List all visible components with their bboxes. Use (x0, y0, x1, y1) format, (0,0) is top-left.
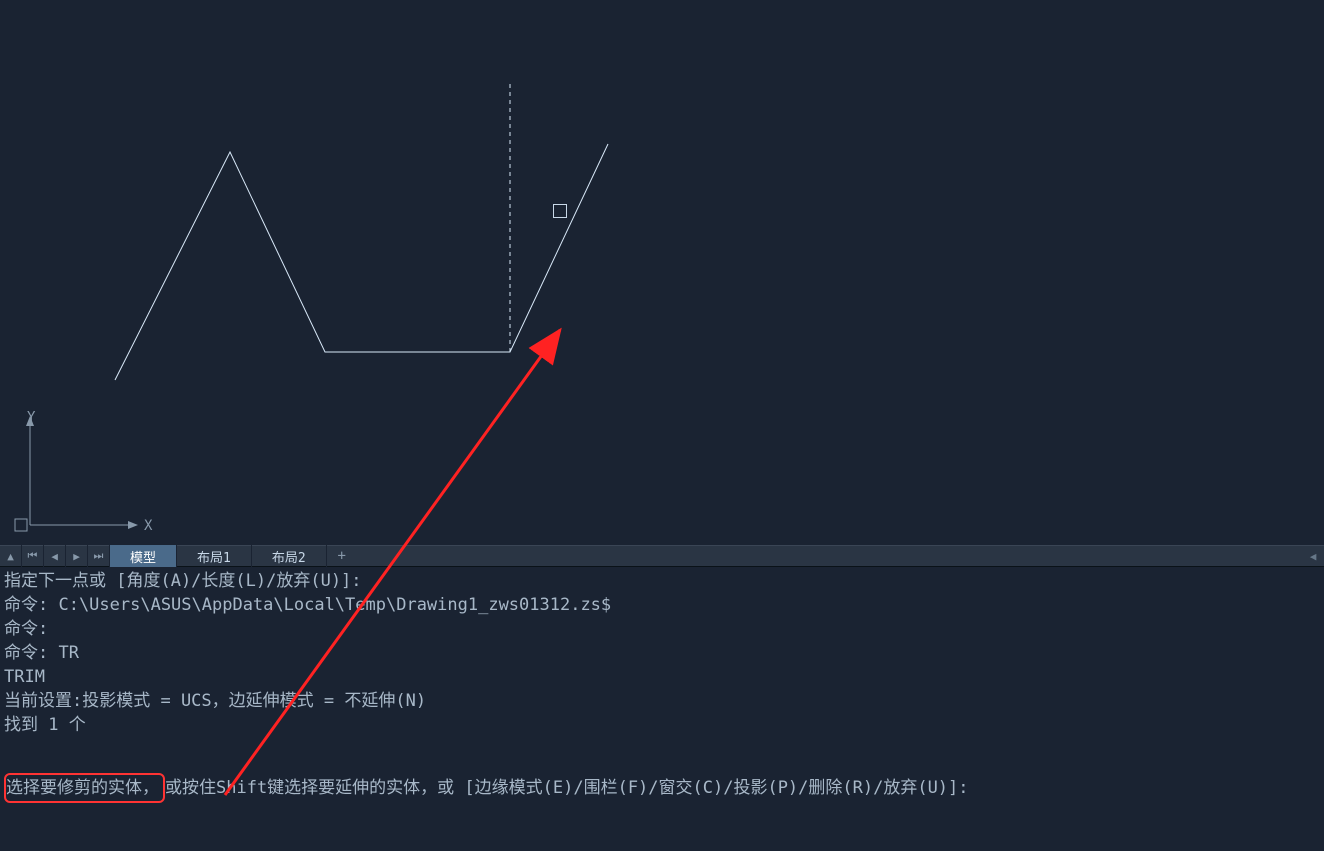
polyline-shape[interactable] (115, 144, 608, 380)
cmd-history-line: 指定下一点或 [角度(A)/长度(L)/放弃(U)]: (4, 569, 1320, 593)
command-prompt[interactable]: 选择要修剪的实体，或按住Shift键选择要延伸的实体，或 [边缘模式(E)/围栏… (4, 773, 1320, 803)
cmd-history-line: 命令: TR (4, 641, 1320, 665)
tab-add-button[interactable]: + (327, 545, 357, 567)
tab-menu-button[interactable]: ▲ (0, 545, 22, 567)
tab-layout1[interactable]: 布局1 (177, 545, 252, 567)
tab-model[interactable]: 模型 (110, 545, 177, 567)
drawing-canvas[interactable]: Y X (0, 0, 1324, 545)
cmd-history-line: TRIM (4, 665, 1320, 689)
drawing-geometry (0, 0, 1324, 545)
layout-tab-bar: ▲ ⏮ ◀ ▶ ⏭ 模型 布局1 布局2 + ◀ (0, 545, 1324, 567)
svg-text:Y: Y (27, 410, 36, 426)
cmd-history-line: 找到 1 个 (4, 713, 1320, 737)
pick-box-cursor (553, 204, 567, 218)
cmd-history-line: 当前设置:投影模式 = UCS，边延伸模式 = 不延伸(N) (4, 689, 1320, 713)
ucs-icon: Y X (12, 410, 157, 540)
cmd-history-line: 命令: (4, 617, 1320, 641)
hscroll-left-button[interactable]: ◀ (1302, 545, 1324, 567)
tab-next-button[interactable]: ▶ (66, 545, 88, 567)
tab-last-button[interactable]: ⏭ (88, 545, 110, 567)
tab-first-button[interactable]: ⏮ (22, 545, 44, 567)
tab-layout2[interactable]: 布局2 (252, 545, 327, 567)
tab-prev-button[interactable]: ◀ (44, 545, 66, 567)
prompt-rest-text: 或按住Shift键选择要延伸的实体，或 [边缘模式(E)/围栏(F)/窗交(C)… (165, 778, 969, 798)
svg-text:X: X (144, 518, 153, 534)
command-panel[interactable]: 指定下一点或 [角度(A)/长度(L)/放弃(U)]: 命令: C:\Users… (0, 567, 1324, 851)
prompt-highlighted-text: 选择要修剪的实体， (4, 773, 165, 803)
cmd-history-line: 命令: C:\Users\ASUS\AppData\Local\Temp\Dra… (4, 593, 1320, 617)
